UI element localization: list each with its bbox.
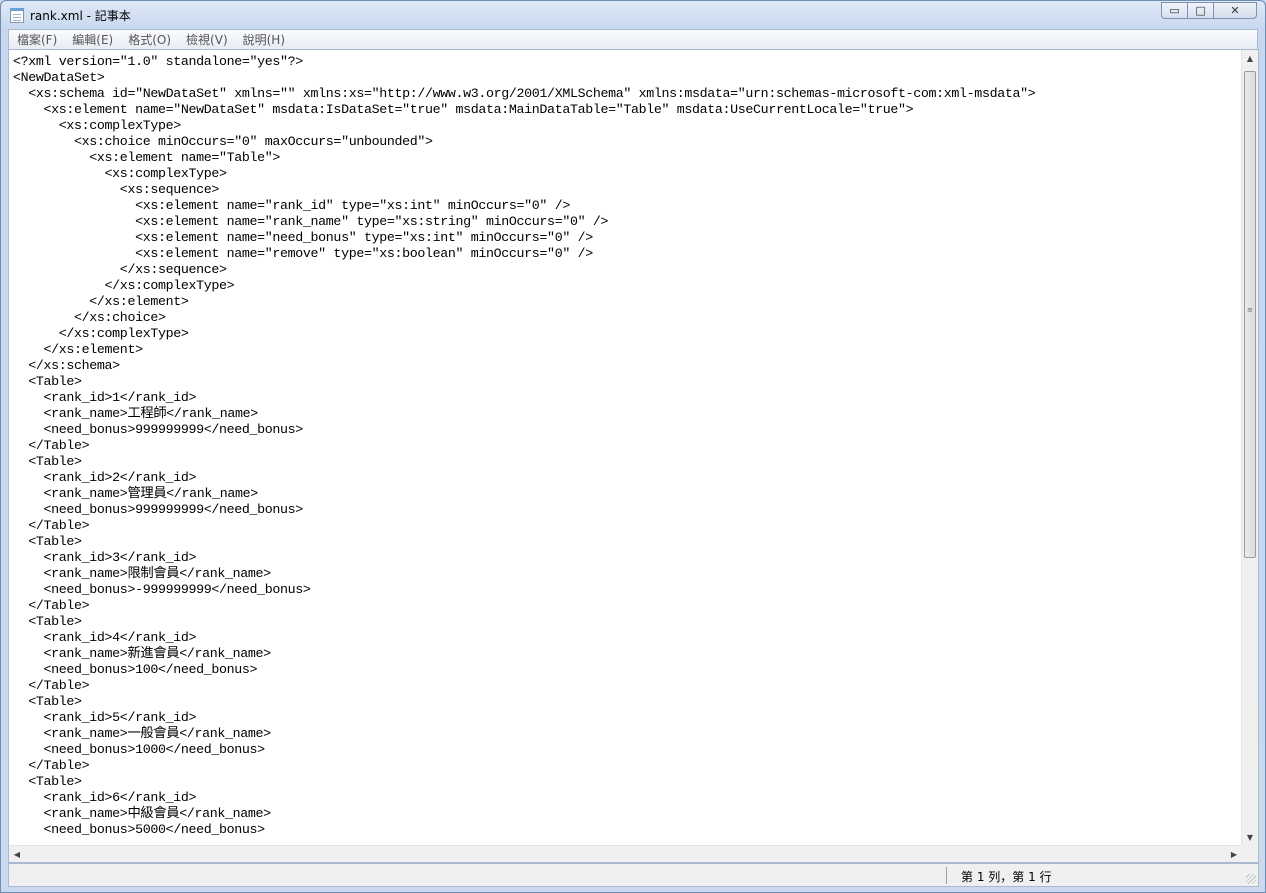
editor-line: <xs:sequence>	[13, 182, 220, 197]
title-bar[interactable]: rank.xml - 記事本 ▭ □ ✕	[1, 1, 1265, 29]
editor-line: <xs:element name="rank_name" type="xs:st…	[13, 214, 609, 229]
editor-line: </Table>	[13, 438, 90, 453]
editor-line: <?xml version="1.0" standalone="yes"?>	[13, 54, 303, 69]
editor-line: <need_bonus>100</need_bonus>	[13, 662, 258, 677]
editor-line: </Table>	[13, 518, 90, 533]
editor-line: <xs:element name="Table">	[13, 150, 281, 165]
editor-line: <rank_id>4</rank_id>	[13, 630, 197, 645]
menu-view[interactable]: 檢視(V)	[178, 31, 235, 48]
editor-line: <need_bonus>999999999</need_bonus>	[13, 422, 304, 437]
window-controls: ▭ □ ✕	[1161, 2, 1257, 20]
scroll-up-arrow-icon[interactable]: ▲	[1242, 50, 1258, 67]
window-title: rank.xml - 記事本	[30, 9, 131, 23]
menu-format[interactable]: 格式(O)	[120, 31, 178, 48]
status-divider	[946, 867, 947, 884]
editor-line: <xs:choice minOccurs="0" maxOccurs="unbo…	[13, 134, 433, 149]
editor-line: <rank_id>1</rank_id>	[13, 390, 197, 405]
editor-line: <rank_name>工程師</rank_name>	[13, 406, 259, 421]
vertical-scrollbar[interactable]: ▲ ≡ ▼	[1241, 50, 1258, 846]
scroll-right-arrow-icon[interactable]: ▶	[1226, 846, 1242, 862]
resize-grip-icon[interactable]	[1246, 874, 1256, 884]
maximize-icon: □	[1195, 4, 1206, 17]
editor-line: <NewDataSet>	[13, 70, 105, 85]
editor-line: </Table>	[13, 758, 90, 773]
menu-help[interactable]: 說明(H)	[235, 31, 292, 48]
editor-line: <Table>	[13, 534, 82, 549]
editor-line: </xs:element>	[13, 294, 189, 309]
editor-line: <Table>	[13, 694, 82, 709]
editor-line: <Table>	[13, 774, 82, 789]
editor-line: <rank_id>5</rank_id>	[13, 710, 197, 725]
editor-line: </Table>	[13, 678, 90, 693]
editor-line: <xs:complexType>	[13, 118, 181, 133]
status-bar: 第 1 列，第 1 行	[8, 863, 1259, 887]
editor-line: <xs:complexType>	[13, 166, 227, 181]
editor-line: <need_bonus>-999999999</need_bonus>	[13, 582, 311, 597]
minimize-icon: ▭	[1169, 4, 1180, 17]
editor-line: <rank_id>3</rank_id>	[13, 550, 197, 565]
scrollbar-corner	[1241, 845, 1258, 862]
editor-line: <rank_name>中級會員</rank_name>	[13, 806, 272, 821]
scroll-left-arrow-icon[interactable]: ◀	[9, 846, 25, 862]
editor-line: <rank_name>管理員</rank_name>	[13, 486, 259, 501]
editor-line: </xs:schema>	[13, 358, 120, 373]
editor-line: <need_bonus>999999999</need_bonus>	[13, 502, 304, 517]
editor-line: <rank_id>6</rank_id>	[13, 790, 197, 805]
editor-line: <rank_name>一般會員</rank_name>	[13, 726, 272, 741]
editor-line: <xs:element name="rank_id" type="xs:int"…	[13, 198, 570, 213]
notepad-app-icon[interactable]	[10, 8, 24, 23]
editor-line: <xs:schema id="NewDataSet" xmlns="" xmln…	[13, 86, 1036, 101]
cursor-position: 第 1 列，第 1 行	[961, 870, 1052, 884]
editor-line: <Table>	[13, 614, 82, 629]
vertical-scroll-thumb[interactable]: ≡	[1244, 71, 1256, 558]
editor-line: </xs:choice>	[13, 310, 166, 325]
minimize-button[interactable]: ▭	[1161, 2, 1187, 19]
scroll-down-arrow-icon[interactable]: ▼	[1242, 829, 1258, 846]
editor-line: <need_bonus>5000</need_bonus>	[13, 822, 266, 837]
editor-content[interactable]: <?xml version="1.0" standalone="yes"?> <…	[13, 54, 1036, 838]
editor-line: </xs:complexType>	[13, 326, 189, 341]
editor-line: </xs:element>	[13, 342, 144, 357]
editor-line: </xs:complexType>	[13, 278, 235, 293]
editor-line: <need_bonus>1000</need_bonus>	[13, 742, 266, 757]
menu-edit[interactable]: 編輯(E)	[64, 31, 120, 48]
editor-line: <xs:element name="remove" type="xs:boole…	[13, 246, 593, 261]
editor-line: <xs:element name="need_bonus" type="xs:i…	[13, 230, 593, 245]
editor-line: <rank_name>限制會員</rank_name>	[13, 566, 272, 581]
editor-line: <rank_name>新進會員</rank_name>	[13, 646, 272, 661]
editor-line: <Table>	[13, 454, 82, 469]
notepad-window: rank.xml - 記事本 ▭ □ ✕ 檔案(F) 編輯(E) 格式(O) 檢…	[0, 0, 1266, 893]
menu-file[interactable]: 檔案(F)	[9, 31, 64, 48]
menu-bar: 檔案(F) 編輯(E) 格式(O) 檢視(V) 說明(H)	[8, 29, 1258, 49]
editor-line: </xs:sequence>	[13, 262, 227, 277]
editor-line: <Table>	[13, 374, 82, 389]
horizontal-scrollbar[interactable]: ◀ ▶	[9, 845, 1242, 862]
editor-line: <rank_id>2</rank_id>	[13, 470, 197, 485]
scroll-grip-icon: ≡	[1247, 306, 1253, 314]
text-editor[interactable]: <?xml version="1.0" standalone="yes"?> <…	[8, 49, 1259, 863]
close-button[interactable]: ✕	[1213, 2, 1257, 19]
editor-line: </Table>	[13, 598, 90, 613]
maximize-button[interactable]: □	[1187, 2, 1213, 19]
close-icon: ✕	[1230, 4, 1240, 17]
editor-line: <xs:element name="NewDataSet" msdata:IsD…	[13, 102, 914, 117]
